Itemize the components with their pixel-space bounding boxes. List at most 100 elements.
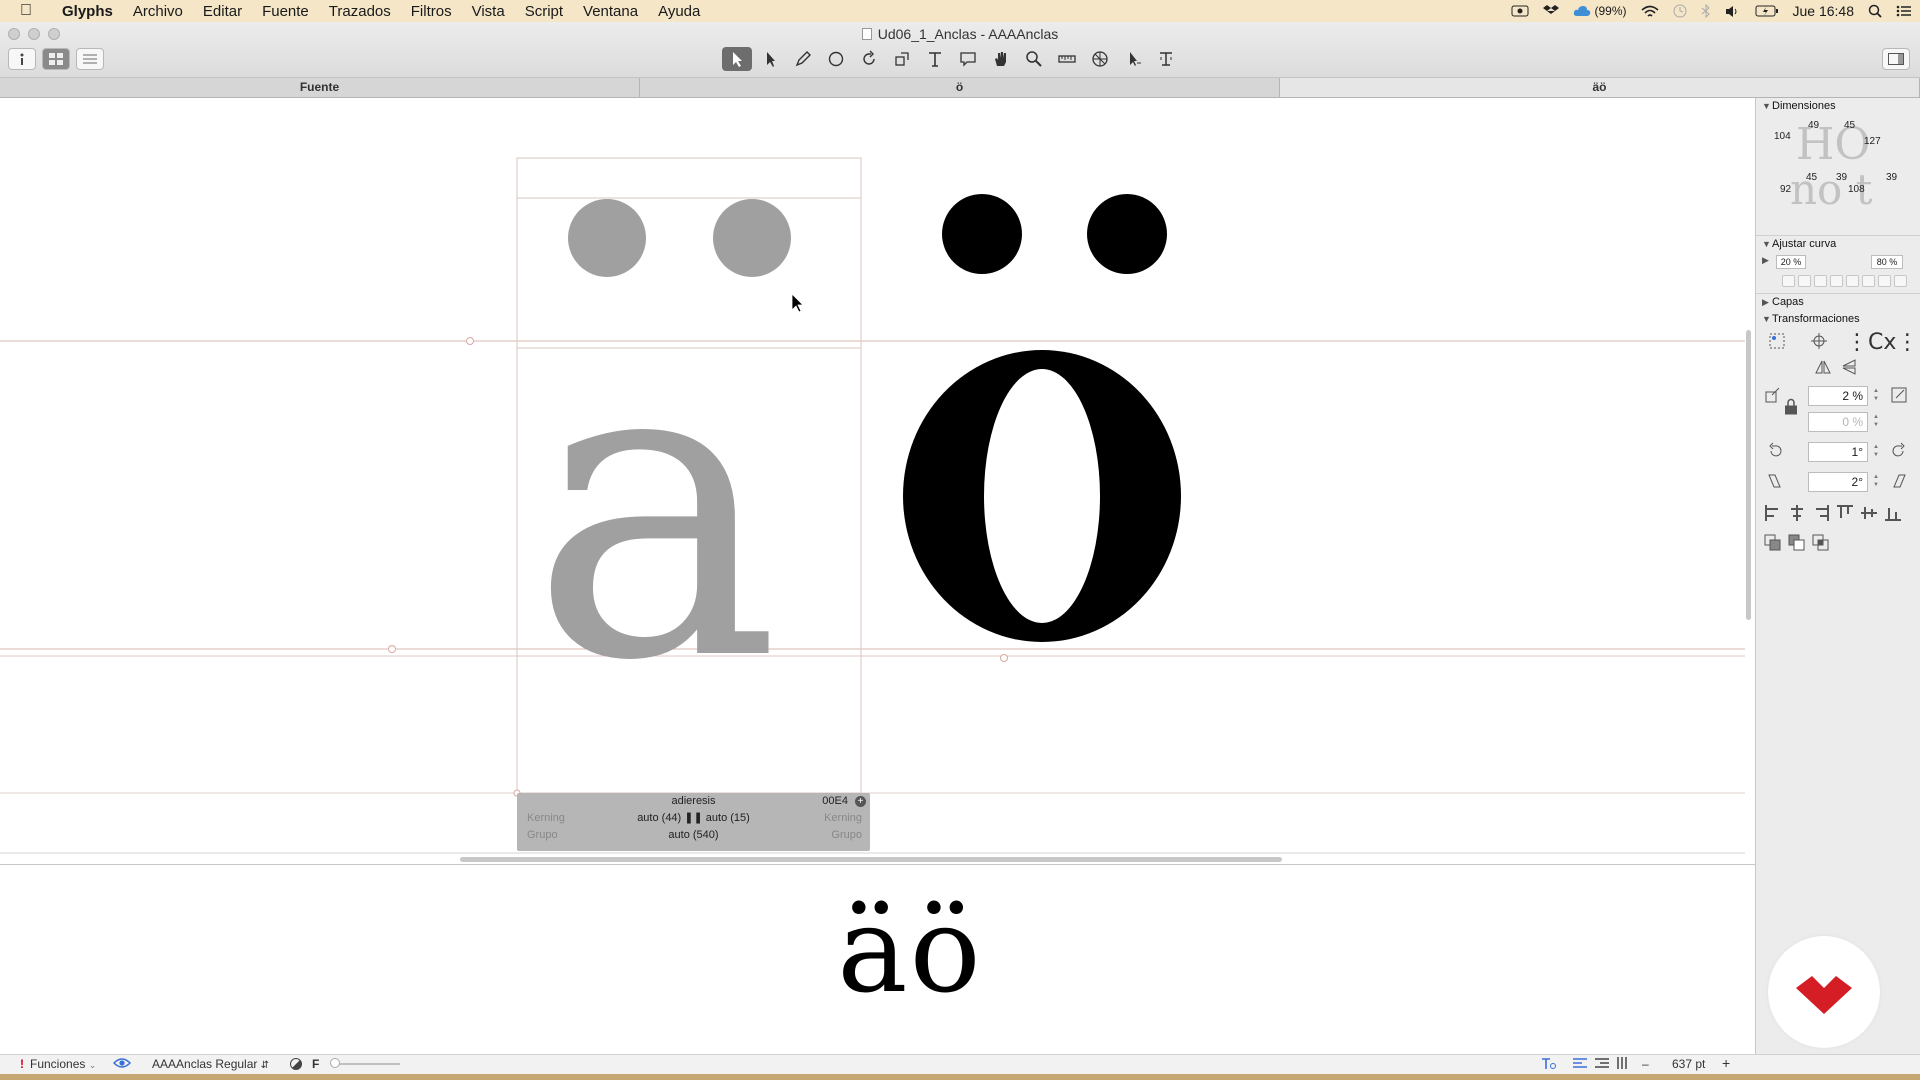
kerning-right-value[interactable]: auto (15) xyxy=(706,812,750,824)
select-tool[interactable] xyxy=(722,47,752,71)
dim-n-stem[interactable]: 92 xyxy=(1780,184,1791,195)
tab-o-dieresis[interactable]: ö xyxy=(640,78,1280,97)
glyph-unicode[interactable]: 00E4 xyxy=(822,793,848,810)
menu-script[interactable]: Script xyxy=(515,3,573,20)
union-icon[interactable] xyxy=(1764,534,1782,552)
dimensions-header[interactable]: ▼Dimensiones xyxy=(1756,98,1920,115)
primitives-tool[interactable] xyxy=(821,47,851,71)
measurement-tool[interactable] xyxy=(1052,47,1082,71)
anchor-left[interactable] xyxy=(466,337,474,345)
apple-icon[interactable]:  xyxy=(0,2,52,20)
align-center-icon[interactable] xyxy=(1788,504,1806,522)
menu-ventana[interactable]: Ventana xyxy=(573,3,648,20)
menu-archivo[interactable]: Archivo xyxy=(123,3,193,20)
info-button[interactable] xyxy=(8,48,36,70)
curve-header[interactable]: ▼Ajustar curva xyxy=(1756,236,1920,253)
rotate-field[interactable]: 1° xyxy=(1808,442,1868,462)
dim-n-top[interactable]: 45 xyxy=(1806,172,1817,183)
sidebar-toggle-button[interactable] xyxy=(1882,48,1910,70)
master-popup[interactable]: AAAAnclas Regular ⇵ xyxy=(152,1057,269,1071)
list-view-button[interactable] xyxy=(76,48,104,70)
text-direction-icon[interactable] xyxy=(1540,1057,1558,1074)
disclosure-closed-icon[interactable]: ▶ xyxy=(1762,255,1769,266)
curve-preset-button[interactable] xyxy=(1830,275,1843,287)
preview-eye-icon[interactable] xyxy=(112,1057,132,1072)
zoom-in-button[interactable]: + xyxy=(1722,1055,1730,1071)
font-size-value[interactable]: 637 pt xyxy=(1672,1057,1705,1071)
scale-tool[interactable] xyxy=(887,47,917,71)
time-machine-icon[interactable] xyxy=(1673,4,1687,18)
glyph-name[interactable]: adieresis xyxy=(517,793,870,810)
tab-a-o-dieresis[interactable]: äö xyxy=(1280,78,1920,97)
notification-center-icon[interactable] xyxy=(1896,5,1912,17)
layers-header[interactable]: ▶ Capas xyxy=(1756,294,1920,311)
curve-preset-button[interactable] xyxy=(1878,275,1891,287)
scale-x-stepper[interactable]: ▲ ▼ xyxy=(1872,387,1880,405)
dim-h-stem[interactable]: 104 xyxy=(1774,131,1791,142)
align-text-left-icon[interactable] xyxy=(1573,1057,1587,1072)
curve-preset-button[interactable] xyxy=(1814,275,1827,287)
curve-preset-button[interactable] xyxy=(1846,275,1859,287)
curve-preset-button[interactable] xyxy=(1862,275,1875,287)
crosshair-origin-icon[interactable] xyxy=(1810,332,1828,350)
curve-min-field[interactable]: 20 % xyxy=(1776,255,1806,269)
vertical-text-icon[interactable] xyxy=(1616,1057,1630,1072)
transform-header[interactable]: ▼Transformaciones xyxy=(1756,311,1920,328)
metrics-lock-icon[interactable]: ❚❚ xyxy=(684,812,702,824)
anchor-o-bottom[interactable] xyxy=(1000,654,1008,662)
bluetooth-icon[interactable] xyxy=(1701,4,1711,18)
curve-max-field[interactable]: 80 % xyxy=(1871,255,1903,269)
scale-up-icon[interactable] xyxy=(1890,386,1908,404)
volume-icon[interactable] xyxy=(1725,5,1741,18)
kerning-left-value[interactable]: auto (44) xyxy=(637,812,681,824)
dim-o-stem[interactable]: 127 xyxy=(1864,136,1881,147)
align-right-icon[interactable] xyxy=(1812,504,1830,522)
curve-preset-button[interactable] xyxy=(1798,275,1811,287)
draw-tool[interactable] xyxy=(788,47,818,71)
glyph-edit-area[interactable]: a xyxy=(0,98,1745,863)
menubar-clock[interactable]: Jue 16:48 xyxy=(1793,3,1855,19)
slider-knob[interactable] xyxy=(330,1058,340,1068)
type-options-tool[interactable] xyxy=(1151,47,1181,71)
menu-ayuda[interactable]: Ayuda xyxy=(648,3,710,20)
menu-fuente[interactable]: Fuente xyxy=(252,3,319,20)
knife-tool[interactable] xyxy=(1085,47,1115,71)
dropbox-icon[interactable] xyxy=(1543,4,1560,18)
tab-fuente[interactable]: Fuente xyxy=(0,78,640,97)
preview-size-slider[interactable] xyxy=(334,1063,400,1065)
subtract-icon[interactable] xyxy=(1788,534,1806,552)
bounding-box-origin-icon[interactable] xyxy=(1768,332,1786,350)
proportional-lock-icon[interactable] xyxy=(1782,398,1797,415)
select-all-layers-tool[interactable] xyxy=(755,47,785,71)
screen-record-icon[interactable] xyxy=(1511,5,1529,17)
dim-o2-stem[interactable]: 108 xyxy=(1848,184,1865,195)
transform-reference-icon[interactable]: ⋮Cx⋮ xyxy=(1846,330,1918,355)
edit-canvas[interactable]: a adieresis 00E4 + Kerning auto (44) ❚❚ … xyxy=(0,98,1745,863)
menu-app[interactable]: Glyphs xyxy=(52,3,123,20)
scale-down-icon[interactable] xyxy=(1764,386,1782,404)
menu-editar[interactable]: Editar xyxy=(193,3,252,20)
slant-stepper[interactable]: ▲ ▼ xyxy=(1872,473,1880,491)
align-bottom-icon[interactable] xyxy=(1884,504,1902,522)
dim-t-top[interactable]: 39 xyxy=(1886,172,1897,183)
slant-right-icon[interactable] xyxy=(1890,472,1908,490)
horizontal-scrollbar[interactable] xyxy=(460,857,1282,862)
align-top-icon[interactable] xyxy=(1836,504,1854,522)
align-middle-icon[interactable] xyxy=(1860,504,1878,522)
hand-tool[interactable] xyxy=(986,47,1016,71)
text-tool[interactable] xyxy=(920,47,950,71)
curve-preset-button[interactable] xyxy=(1894,275,1907,287)
dim-o2-top[interactable]: 39 xyxy=(1836,172,1847,183)
align-left-icon[interactable] xyxy=(1764,504,1782,522)
scale-x-field[interactable]: 2 % xyxy=(1808,386,1868,406)
intersect-icon[interactable] xyxy=(1812,534,1830,552)
zoom-out-button[interactable]: – xyxy=(1642,1057,1649,1071)
menu-filtros[interactable]: Filtros xyxy=(401,3,462,20)
scale-y-stepper[interactable]: ▲ ▼ xyxy=(1872,413,1880,431)
rotate-tool[interactable] xyxy=(854,47,884,71)
battery-icon[interactable] xyxy=(1755,5,1779,17)
menu-vista[interactable]: Vista xyxy=(462,3,515,20)
dim-o-top[interactable]: 45 xyxy=(1844,120,1855,131)
slant-field[interactable]: 2° xyxy=(1808,472,1868,492)
vertical-scrollbar[interactable] xyxy=(1746,330,1751,620)
